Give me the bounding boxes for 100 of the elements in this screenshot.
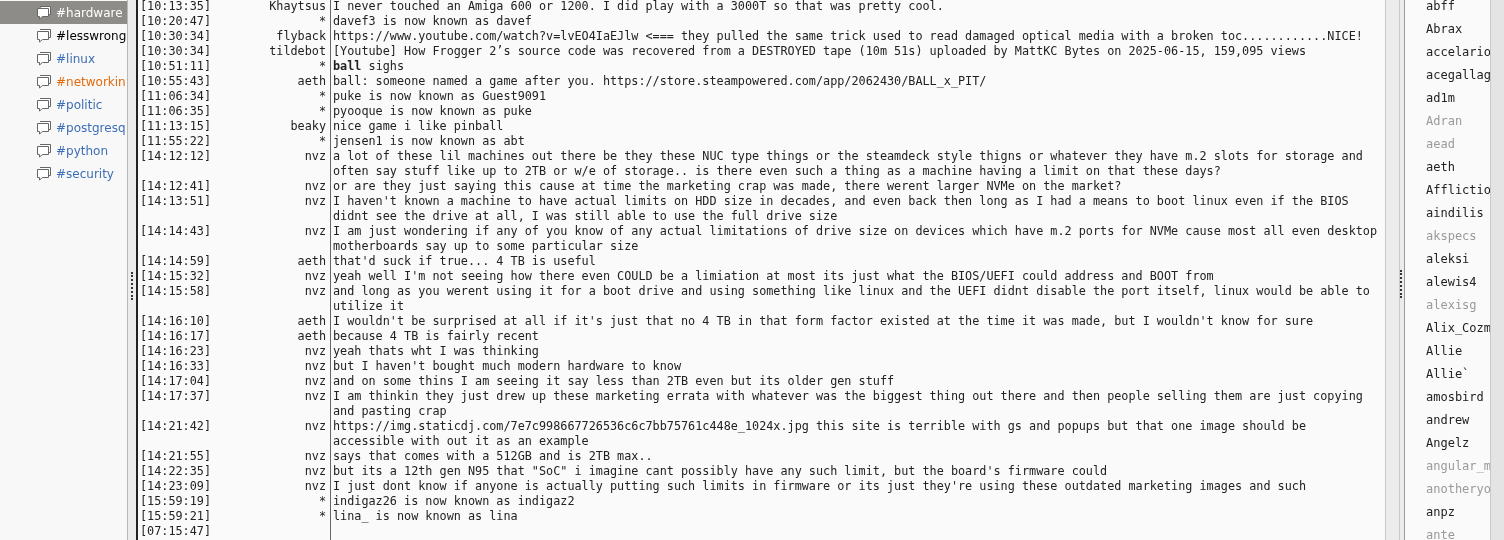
message-text: puke is now known as Guest9091 (333, 89, 548, 104)
timestamp: [14:22:35] (139, 464, 213, 479)
timestamp: [10:13:35] (139, 0, 213, 14)
user-item[interactable]: aleksi (1426, 248, 1490, 271)
message-text: davef3 is now known as davef (333, 14, 533, 29)
chat-bubble-icon (36, 166, 52, 181)
nickname: nvz (304, 449, 326, 463)
message-text: I never touched an Amiga 600 or 1200. I did play with a 3000T so that was pretty cool. (333, 0, 945, 14)
message-text: jensen1 is now known as abt (333, 134, 526, 149)
user-item[interactable]: Allie (1426, 340, 1490, 363)
chat-bubble-icon (36, 28, 52, 43)
timestamp: [10:30:34] (139, 44, 213, 59)
nickname: aeth (297, 254, 326, 268)
message-text: nice game i like pinball (333, 119, 505, 134)
nickname: flyback (276, 29, 326, 43)
splitter-handle[interactable] (131, 272, 133, 300)
timestamp: [14:16:10] (139, 314, 213, 329)
timestamp: [14:17:04] (139, 374, 213, 389)
user-item[interactable]: andrew (1426, 409, 1490, 432)
user-item[interactable]: accelario (1426, 41, 1490, 64)
channel-item[interactable]: #lesswrong (0, 24, 127, 47)
nickname: aeth (297, 74, 326, 88)
user-item[interactable]: acegallag (1426, 64, 1490, 87)
message-text: I just dont know if anyone is actually putting such limits in firmware or its just they're using these outdated marketing images and such (333, 479, 1308, 494)
timestamp: [14:13:51] (139, 194, 213, 210)
message-text: [Youtube] How Frogger 2’s source code was recovered from a DESTROYED tape (10m 51s) uploaded by MattKC Bytes on 2025-06-15, 159,095 views (333, 44, 1308, 59)
timestamp: [14:16:23] (139, 344, 213, 359)
nickname: * (318, 509, 326, 523)
timestamp: [14:14:59] (139, 254, 213, 269)
message-text: and long as you werent using it for a boot drive and using something like linux and the UEFI didnt disable the port itself, linux would be able to utilize it (333, 284, 1371, 314)
message-text: but I haven't bought much modern hardware to know (333, 359, 682, 374)
channel-item[interactable]: #python (0, 139, 127, 162)
timestamp: [11:13:15] (139, 119, 213, 134)
message-text: or are they just saying this cause at time the marketing crap was made, there werent larger NVMe on the market? (333, 179, 1123, 194)
message-text: ball sighs (333, 59, 406, 74)
chat-bubble-icon (36, 143, 52, 158)
timestamp: [14:23:09] (139, 479, 213, 494)
timestamp: [14:12:41] (139, 179, 213, 194)
nickname: nvz (304, 374, 326, 388)
user-item[interactable]: alewis4 (1426, 271, 1490, 294)
timestamp: [14:15:58] (139, 284, 213, 300)
scrollbar-track[interactable] (1385, 0, 1400, 540)
chat-bubble-icon (36, 120, 52, 135)
nickname: nvz (304, 479, 326, 493)
channel-item[interactable]: #security (0, 162, 127, 185)
nickname: tildebot (269, 44, 326, 58)
splitter-handle[interactable] (1400, 270, 1402, 298)
user-item[interactable]: aindilis (1426, 202, 1490, 225)
message-text: because 4 TB is fairly recent (333, 329, 540, 344)
user-item[interactable]: anpz (1426, 501, 1490, 524)
user-item[interactable]: aeth (1426, 156, 1490, 179)
timestamp: [15:59:21] (139, 509, 213, 524)
user-item[interactable]: Abrax (1426, 18, 1490, 41)
user-item[interactable]: Afflictio (1426, 179, 1490, 202)
nickname: nvz (304, 149, 326, 163)
timestamp: [14:17:37] (139, 389, 213, 405)
message-text: yeah well I'm not seeing how there even COULD be a limiation at most its just what the BIOS/UEFI could address and BOOT from (333, 269, 1215, 284)
message-text: I wouldn't be surprised at all if it's just that no 4 TB in that form factor existed at the time it was made, but I wouldn't know for sure (333, 314, 1315, 329)
message-text: but its a 12th gen N95 that "SoC" i imagine cant possibly have any such limit, but the board's firmware could (333, 464, 1109, 479)
user-item[interactable]: Allie` (1426, 363, 1490, 386)
nickname: nvz (304, 194, 326, 208)
channel-item[interactable]: #linux (0, 47, 127, 70)
message-text: I haven't known a machine to have actual limits on HDD size in decades, and even back then long as I had a means to boot linux even if the BIOS didnt see the drive at all, I was still able to use the full drive size (333, 194, 1350, 224)
timestamp: [11:06:34] (139, 89, 213, 104)
scrollbar-track[interactable] (1490, 0, 1504, 540)
message-text: a lot of these lil machines out there be they these NUC type things or the steamdeck style thigns or whatever they have m.2 slots for storage and often say stuff like up to 2TB or w/e of storage.. is there even such a thing as a machine having a limit on that these days? (333, 149, 1364, 179)
user-item[interactable]: ad1m (1426, 87, 1490, 110)
timestamp: [14:21:42] (139, 419, 213, 435)
nickname: * (318, 494, 326, 508)
chat-bubble-icon (36, 97, 52, 112)
nickname: nvz (304, 359, 326, 373)
nickname: nvz (304, 284, 326, 298)
timestamp: [14:16:17] (139, 329, 213, 344)
timestamp: [11:06:35] (139, 104, 213, 119)
nickname: * (318, 104, 326, 118)
timestamp: [14:14:43] (139, 224, 213, 240)
nickname: nvz (304, 269, 326, 283)
message-text: says that comes with a 512GB and is 2TB max.. (333, 449, 654, 464)
timestamp: [14:16:33] (139, 359, 213, 374)
user-item[interactable]: amosbird (1426, 386, 1490, 409)
timestamp: [07:15:47] (139, 524, 213, 539)
nickname: aeth (297, 329, 326, 343)
nickname: * (318, 134, 326, 148)
channel-item[interactable]: #postgresq (0, 116, 127, 139)
timestamp: [14:15:32] (139, 269, 213, 284)
nickname: nvz (304, 464, 326, 478)
user-item[interactable]: abff (1426, 0, 1490, 18)
nickname: nvz (304, 344, 326, 358)
user-item[interactable]: Angelz (1426, 432, 1490, 455)
timestamp: [10:51:11] (139, 59, 213, 74)
message-text: and on some thins I am seeing it say less than 2TB even but its older gen stuff (333, 374, 896, 389)
nickname: * (318, 14, 326, 28)
nickname: nvz (304, 389, 326, 403)
channel-item[interactable]: #politic (0, 93, 127, 116)
nickname: * (318, 59, 326, 73)
message-text: indigaz26 is now known as indigaz2 (333, 494, 576, 509)
timestamp: [11:55:22] (139, 134, 213, 149)
timestamp: [10:20:47] (139, 14, 213, 29)
user-item[interactable]: Alix_Cozm (1426, 317, 1490, 340)
timestamp: [10:30:34] (139, 29, 213, 44)
